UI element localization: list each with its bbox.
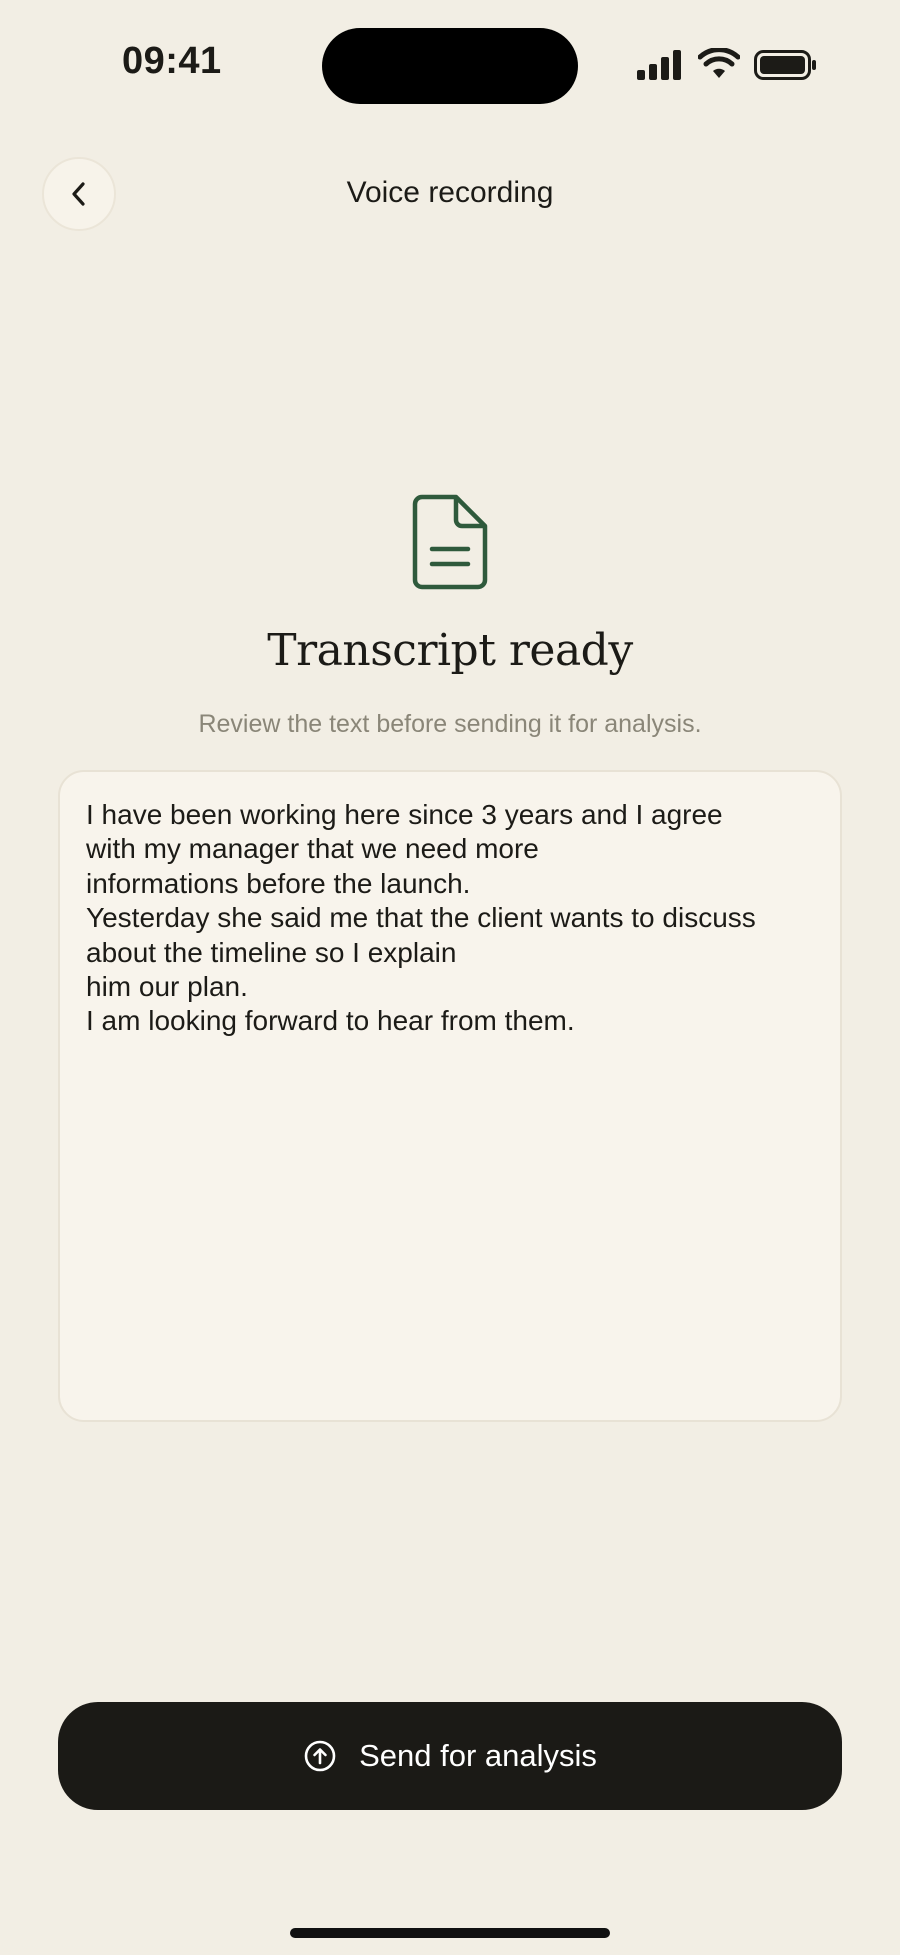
transcript-line: I have been working here since 3 years a… <box>86 799 723 830</box>
transcript-line: I am looking forward to hear from them. <box>86 1005 575 1037</box>
dynamic-island <box>322 28 578 104</box>
battery-icon <box>754 50 816 80</box>
transcript-line: him our plan. <box>86 971 248 1003</box>
header-title: Voice recording <box>346 176 554 209</box>
cellular-signal-icon <box>637 50 681 80</box>
wifi-icon <box>698 48 740 78</box>
transcript-line: Yesterday she said me that the client wa… <box>86 902 756 934</box>
transcript-line: with my manager that we need more <box>86 833 539 865</box>
home-indicator[interactable] <box>290 1928 610 1938</box>
send-button-label: Send for analysis <box>359 1738 597 1773</box>
upload-circle-icon <box>304 1740 336 1772</box>
page-subtitle: Review the text before sending it for an… <box>198 710 702 738</box>
status-time: 09:41 <box>122 40 222 82</box>
send-for-analysis-button[interactable]: Send for analysis <box>58 1702 842 1810</box>
transcript-textarea[interactable]: I have been working here since 3 years a… <box>58 770 842 1422</box>
transcript-line: informations before the launch. <box>86 867 471 899</box>
transcript-line: about the timeline so I explain <box>86 936 457 968</box>
page-title: Transcript ready <box>267 625 633 676</box>
document-icon <box>412 494 488 590</box>
